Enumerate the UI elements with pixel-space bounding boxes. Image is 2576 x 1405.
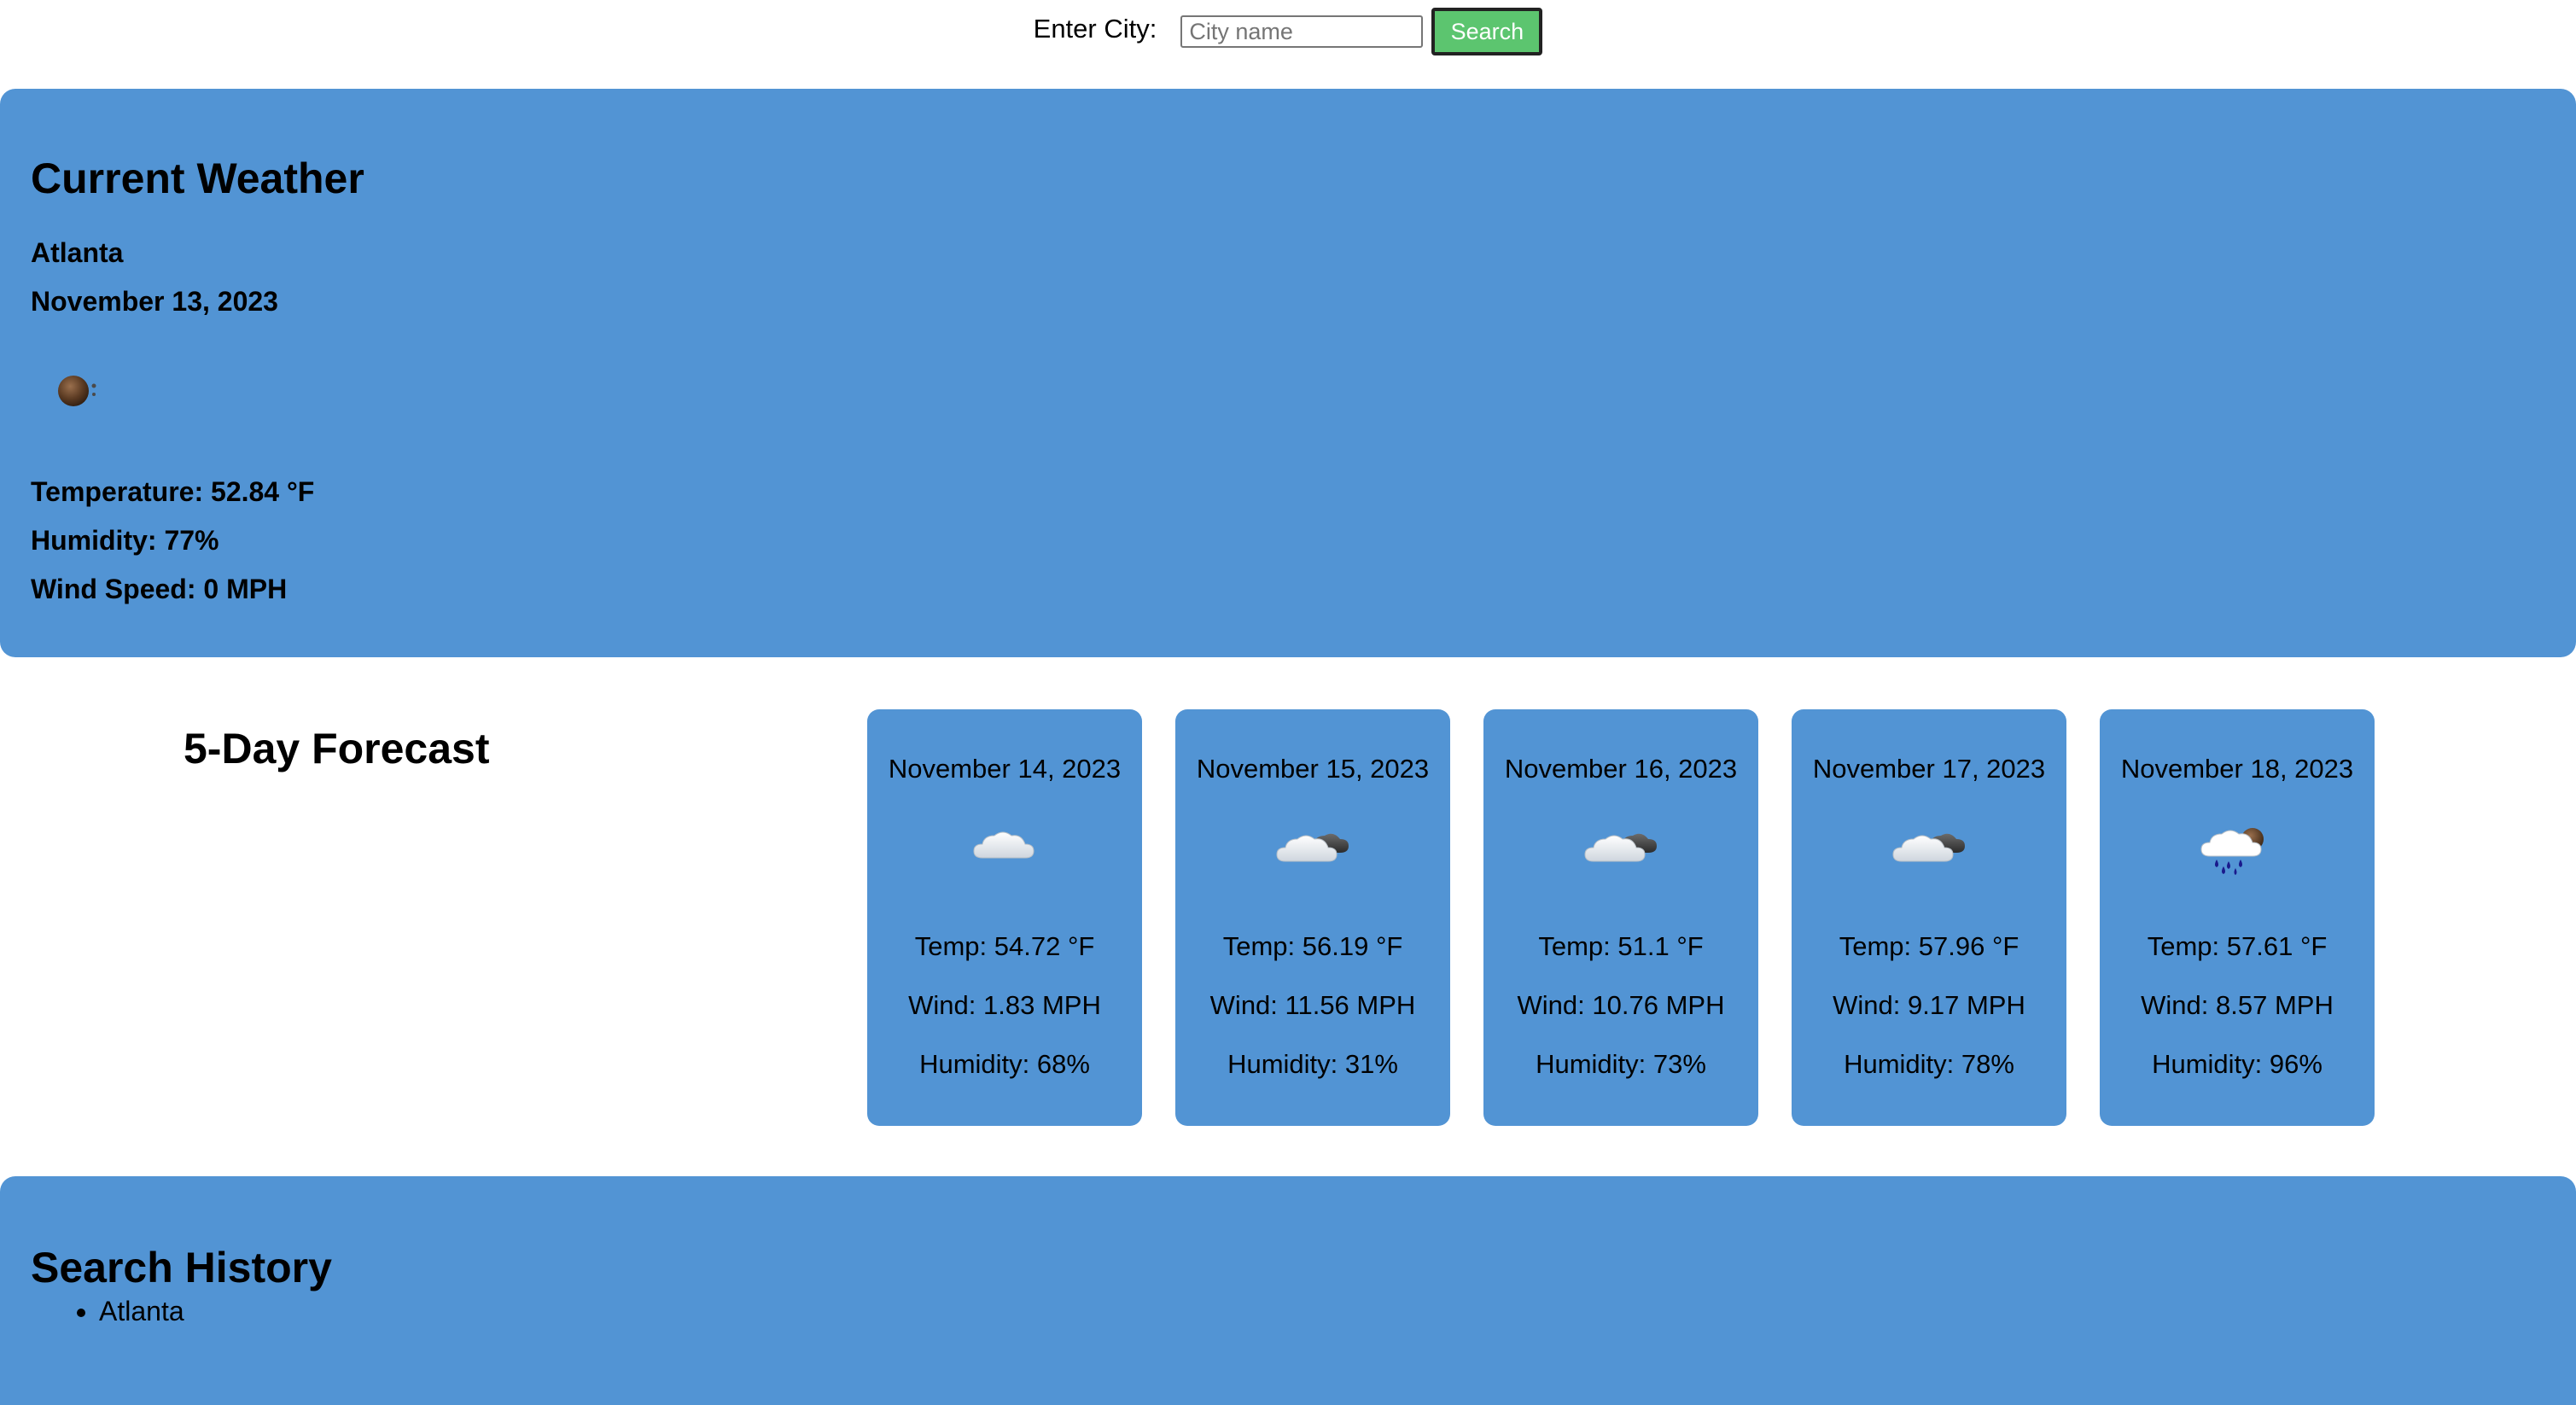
current-temperature: Temperature: 52.84 °F xyxy=(31,476,315,507)
search-history-panel: Search History Atlanta xyxy=(0,1176,2576,1405)
forecast-humidity: Humidity: 78% xyxy=(1844,1049,2014,1079)
forecast-wind: Wind: 1.83 MPH xyxy=(908,990,1101,1020)
forecast-card: November 15, 2023 Temp: 56.19 °F Wind: 1… xyxy=(1175,709,1450,1126)
broken-clouds-icon xyxy=(1890,817,1968,877)
city-search-input[interactable] xyxy=(1180,15,1424,48)
forecast-wind: Wind: 9.17 MPH xyxy=(1833,990,2025,1020)
current-city: Atlanta xyxy=(31,237,124,268)
night-clear-icon xyxy=(48,359,108,418)
forecast-humidity: Humidity: 73% xyxy=(1536,1049,1706,1079)
current-date: November 13, 2023 xyxy=(31,286,278,317)
forecast-date: November 14, 2023 xyxy=(888,754,1122,784)
forecast-temp: Temp: 56.19 °F xyxy=(1222,931,1403,961)
broken-clouds-icon xyxy=(1273,817,1352,877)
forecast-temp: Temp: 54.72 °F xyxy=(914,931,1095,961)
forecast-wind: Wind: 8.57 MPH xyxy=(2141,990,2334,1020)
forecast-date: November 18, 2023 xyxy=(2120,754,2354,784)
current-wind-speed: Wind Speed: 0 MPH xyxy=(31,574,288,604)
forecast-card: November 16, 2023 Temp: 51.1 °F Wind: 10… xyxy=(1483,709,1758,1126)
current-humidity: Humidity: 77% xyxy=(31,525,219,556)
search-label: Enter City: xyxy=(1033,14,1157,44)
rain-night-icon xyxy=(2198,817,2276,877)
search-history-list: Atlanta xyxy=(31,1296,184,1327)
forecast-date: November 15, 2023 xyxy=(1196,754,1430,784)
forecast-humidity: Humidity: 96% xyxy=(2152,1049,2322,1079)
search-history-item[interactable]: Atlanta xyxy=(99,1296,184,1327)
forecast-temp: Temp: 57.61 °F xyxy=(2147,931,2328,961)
forecast-humidity: Humidity: 31% xyxy=(1227,1049,1398,1079)
current-weather-title: Current Weather xyxy=(31,154,364,202)
search-button[interactable]: Search xyxy=(1431,8,1543,55)
search-bar: Enter City: Search xyxy=(0,5,2576,58)
forecast-card: November 14, 2023 Temp: 54.72 °F Wind: 1… xyxy=(867,709,1142,1126)
cloud-icon xyxy=(965,817,1044,877)
forecast-temp: Temp: 57.96 °F xyxy=(1839,931,2019,961)
search-history-title: Search History xyxy=(31,1244,332,1291)
forecast-date: November 17, 2023 xyxy=(1812,754,2046,784)
current-weather-panel: Current Weather Atlanta November 13, 202… xyxy=(0,89,2576,657)
broken-clouds-icon xyxy=(1582,817,1660,877)
forecast-card: November 18, 2023 Temp: 57.61 °F Wind: 8… xyxy=(2100,709,2375,1126)
forecast-card: November 17, 2023 Temp: 57.96 °F Wind: 9… xyxy=(1792,709,2066,1126)
forecast-date: November 16, 2023 xyxy=(1504,754,1738,784)
forecast-wind: Wind: 11.56 MPH xyxy=(1209,990,1416,1020)
forecast-humidity: Humidity: 68% xyxy=(919,1049,1090,1079)
forecast-title: 5-Day Forecast xyxy=(184,725,490,772)
forecast-temp: Temp: 51.1 °F xyxy=(1538,931,1704,961)
forecast-wind: Wind: 10.76 MPH xyxy=(1517,990,1725,1020)
